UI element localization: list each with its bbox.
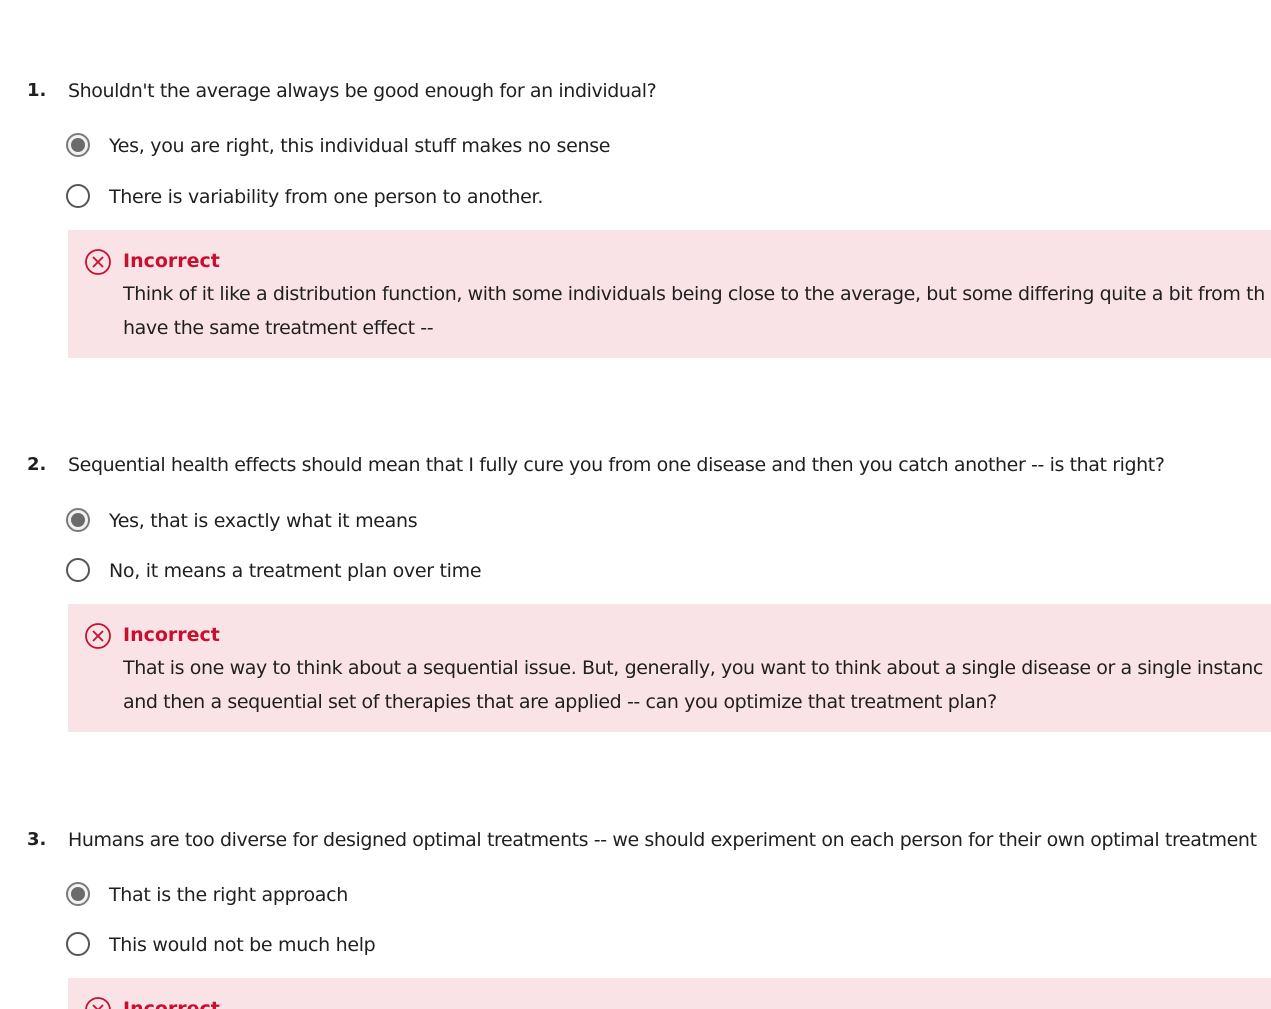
question-header: 2. Sequential health effects should mean… bbox=[0, 450, 1271, 480]
feedback-status: Incorrect bbox=[123, 998, 220, 1009]
question-text: Humans are too diverse for designed opti… bbox=[68, 829, 1257, 851]
answer-option[interactable]: This would not be much help bbox=[66, 930, 1166, 962]
question-header: 1. Shouldn't the average always be good … bbox=[0, 76, 1271, 106]
feedback-box: Incorrect That is one way to think about… bbox=[68, 604, 1271, 732]
radio-button-selected[interactable] bbox=[66, 882, 90, 906]
feedback-line: and then a sequential set of therapies t… bbox=[123, 691, 997, 713]
feedback-box: Incorrect Think of it like a distributio… bbox=[68, 230, 1271, 358]
answer-option-label: No, it means a treatment plan over time bbox=[109, 560, 482, 582]
answer-option[interactable]: No, it means a treatment plan over time bbox=[66, 556, 1166, 588]
feedback-status: Incorrect bbox=[123, 250, 220, 272]
radio-button[interactable] bbox=[66, 932, 90, 956]
question-number: 1. bbox=[27, 80, 47, 101]
question-header: 3. Humans are too diverse for designed o… bbox=[0, 825, 1271, 855]
radio-button-selected[interactable] bbox=[66, 133, 90, 157]
answer-option-label: Yes, you are right, this individual stuf… bbox=[109, 135, 611, 157]
question-text: Shouldn't the average always be good eno… bbox=[68, 80, 657, 102]
feedback-line: Think of it like a distribution function… bbox=[123, 283, 1265, 305]
x-circle-icon bbox=[85, 997, 111, 1009]
feedback-line: have the same treatment effect -- bbox=[123, 317, 434, 339]
feedback-box: Incorrect bbox=[68, 978, 1271, 1009]
question-number: 3. bbox=[27, 829, 47, 850]
answer-option[interactable]: There is variability from one person to … bbox=[66, 182, 1166, 214]
feedback-text: Think of it like a distribution function… bbox=[123, 277, 1271, 345]
radio-button-selected[interactable] bbox=[66, 508, 90, 532]
feedback-line: That is one way to think about a sequent… bbox=[123, 657, 1263, 679]
answer-option-label: There is variability from one person to … bbox=[109, 186, 544, 208]
answer-option[interactable]: Yes, that is exactly what it means bbox=[66, 506, 1166, 538]
answer-option-label: This would not be much help bbox=[109, 934, 376, 956]
radio-button[interactable] bbox=[66, 184, 90, 208]
answer-option-label: That is the right approach bbox=[109, 884, 349, 906]
question-text: Sequential health effects should mean th… bbox=[68, 454, 1165, 476]
question-number: 2. bbox=[27, 454, 47, 475]
answer-option[interactable]: That is the right approach bbox=[66, 880, 1166, 912]
feedback-status: Incorrect bbox=[123, 624, 220, 646]
answer-option[interactable]: Yes, you are right, this individual stuf… bbox=[66, 131, 1166, 163]
x-circle-icon bbox=[85, 249, 111, 275]
answer-option-label: Yes, that is exactly what it means bbox=[109, 510, 418, 532]
radio-button[interactable] bbox=[66, 558, 90, 582]
x-circle-icon bbox=[85, 623, 111, 649]
quiz-page: 1. Shouldn't the average always be good … bbox=[0, 0, 1271, 1009]
feedback-text: That is one way to think about a sequent… bbox=[123, 651, 1271, 719]
